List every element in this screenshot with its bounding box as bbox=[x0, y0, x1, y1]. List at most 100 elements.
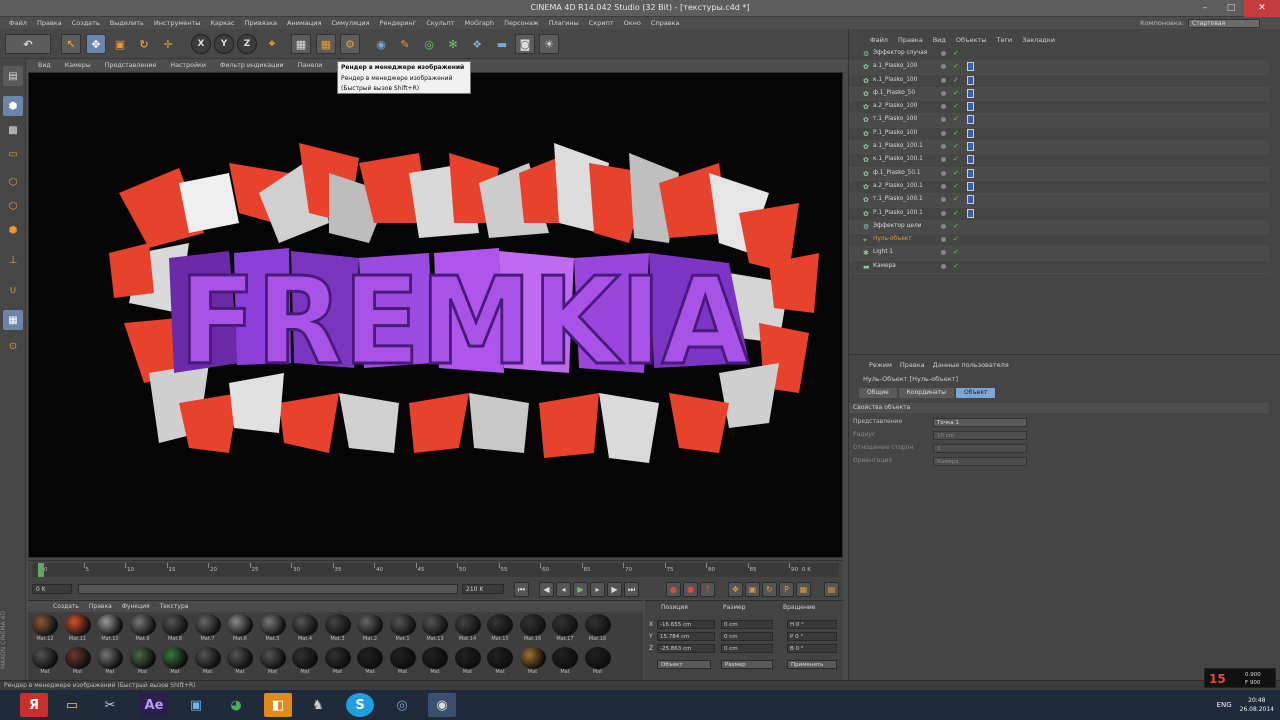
material-swatch[interactable]: Mat bbox=[552, 647, 578, 677]
menu-window[interactable]: Окно bbox=[619, 19, 646, 27]
material-swatch[interactable]: Mat bbox=[64, 647, 91, 677]
object-row[interactable]: ▬ Камера ✓ bbox=[849, 261, 1269, 275]
object-row[interactable]: ⚙ Эффектор случая ✓ bbox=[849, 48, 1269, 62]
texture-tag-icon[interactable] bbox=[967, 181, 974, 191]
coordinate-system-icon[interactable]: ⌖ bbox=[262, 34, 282, 54]
material-swatch[interactable]: Mat bbox=[487, 647, 513, 677]
keyframe-selection-icon[interactable]: ? bbox=[700, 582, 715, 597]
pos-y-field[interactable]: 15.784 cm bbox=[657, 632, 715, 641]
timeline[interactable]: 0 5 10 15 20 25 30 35 40 45 50 55 60 65 70 75 80 85 90 0 K bbox=[28, 560, 843, 580]
after-effects-icon[interactable]: Ae bbox=[140, 693, 168, 717]
tab-basic[interactable]: Общие bbox=[859, 388, 897, 398]
monitor-icon[interactable]: ▣ bbox=[182, 693, 210, 717]
axis-mode-icon[interactable]: ⊥ bbox=[3, 250, 23, 270]
material-swatch[interactable]: Mat bbox=[357, 647, 383, 677]
object-name[interactable]: ф.1_Plasko_50.1 bbox=[873, 170, 921, 176]
object-row[interactable]: ✿ Р.1_Plasko_100 ✓ bbox=[849, 128, 1269, 142]
visibility-dot-icon[interactable] bbox=[941, 130, 946, 136]
texture-tag-icon[interactable] bbox=[967, 208, 974, 218]
texture-tag-icon[interactable] bbox=[967, 102, 974, 112]
material-swatch[interactable]: Mat.10 bbox=[97, 614, 123, 644]
texture-tag-icon[interactable] bbox=[967, 142, 974, 152]
material-menu-texture[interactable]: Текстура bbox=[155, 603, 194, 610]
object-row[interactable]: ✿ ф.1_Plasko_50 ✓ bbox=[849, 87, 1269, 102]
visibility-dot-icon[interactable] bbox=[941, 104, 946, 110]
timeline-track[interactable]: 0 5 10 15 20 25 30 35 40 45 50 55 60 65 70 75 80 85 90 0 K bbox=[32, 563, 839, 577]
enabled-check-icon[interactable]: ✓ bbox=[953, 222, 959, 230]
maximize-button[interactable]: □ bbox=[1218, 0, 1244, 17]
visibility-dot-icon[interactable] bbox=[941, 237, 946, 243]
enabled-check-icon[interactable]: ✓ bbox=[953, 182, 959, 190]
pen-spline-icon[interactable]: ✎ bbox=[395, 34, 415, 54]
material-swatch[interactable]: Mat.6 bbox=[227, 614, 253, 644]
object-row[interactable]: ✿ а.1_Plasko_100.1 ✓ bbox=[849, 141, 1269, 155]
visibility-dot-icon[interactable] bbox=[941, 117, 946, 123]
frame-range-slider[interactable] bbox=[78, 584, 458, 594]
visibility-dot-icon[interactable] bbox=[941, 183, 946, 189]
object-name[interactable]: Нуль-объект bbox=[873, 236, 912, 242]
apply-button[interactable]: Применить bbox=[787, 660, 837, 669]
menu-plugins[interactable]: Плагины bbox=[544, 19, 584, 27]
menu-tools[interactable]: Инструменты bbox=[149, 19, 206, 27]
enabled-check-icon[interactable]: ✓ bbox=[953, 248, 959, 256]
material-swatch[interactable]: Mat.15 bbox=[487, 614, 513, 644]
rot-h-field[interactable]: H 0 ° bbox=[787, 620, 837, 629]
visibility-dot-icon[interactable] bbox=[941, 90, 946, 96]
obj-menu-tags[interactable]: Теги bbox=[991, 36, 1017, 44]
object-name[interactable]: Light 1 bbox=[873, 249, 893, 255]
enabled-check-icon[interactable]: ✓ bbox=[953, 89, 959, 97]
prev-key-icon[interactable]: ◀ bbox=[539, 582, 554, 597]
menu-character[interactable]: Персонаж bbox=[499, 19, 544, 27]
play-icon[interactable]: ▶ bbox=[573, 582, 588, 597]
material-swatch[interactable]: Mat.11 bbox=[64, 614, 91, 644]
visibility-dot-icon[interactable] bbox=[941, 250, 946, 256]
material-swatch[interactable]: Mat bbox=[519, 647, 546, 677]
material-swatch[interactable]: Mat.2 bbox=[357, 614, 383, 644]
polygons-mode-icon[interactable]: ⬢ bbox=[3, 220, 23, 240]
object-name[interactable]: т.1_Plasko_100 bbox=[873, 116, 917, 122]
menu-edit[interactable]: Правка bbox=[32, 19, 67, 27]
menu-select[interactable]: Выделить bbox=[105, 19, 149, 27]
object-name[interactable]: а.2_Plasko_100.1 bbox=[873, 183, 923, 189]
attr-menu-userdata[interactable]: Данные пользователя bbox=[929, 361, 1013, 369]
viewport-menu-display[interactable]: Представление bbox=[98, 62, 164, 69]
file-explorer-icon[interactable]: ▭ bbox=[58, 693, 86, 717]
material-swatch[interactable]: Mat.7 bbox=[194, 614, 221, 644]
nurbs-icon[interactable]: ◎ bbox=[419, 34, 439, 54]
menu-snap[interactable]: Привязка bbox=[240, 19, 282, 27]
next-key-icon[interactable]: ▶ bbox=[607, 582, 622, 597]
size-z-field[interactable]: 0 cm bbox=[721, 644, 773, 653]
tab-object[interactable]: Объект bbox=[955, 388, 996, 398]
enabled-check-icon[interactable]: ✓ bbox=[953, 209, 959, 217]
material-swatch[interactable]: Mat.12 bbox=[32, 614, 58, 644]
obj-menu-view[interactable]: Вид bbox=[928, 36, 951, 44]
material-swatch[interactable]: Mat.1 bbox=[389, 614, 416, 644]
material-menu-edit[interactable]: Правка bbox=[84, 603, 117, 610]
object-row[interactable]: ✿ т.1_Plasko_100.1 ✓ bbox=[849, 194, 1269, 208]
language-indicator[interactable]: ENG bbox=[1217, 701, 1232, 709]
key-pla-icon[interactable]: ▦ bbox=[796, 582, 811, 597]
material-swatch[interactable]: Mat.13 bbox=[422, 614, 448, 644]
object-row[interactable]: ✿ а.1_Plasko_100 ✓ bbox=[849, 61, 1269, 75]
enabled-check-icon[interactable]: ✓ bbox=[953, 142, 959, 150]
material-swatch[interactable]: Mat.9 bbox=[129, 614, 156, 644]
material-swatch[interactable]: Mat bbox=[324, 647, 351, 677]
3d-viewport[interactable]: FREMKIA bbox=[28, 72, 843, 558]
key-rotation-icon[interactable]: ↻ bbox=[762, 582, 777, 597]
material-swatch[interactable]: Mat bbox=[97, 647, 123, 677]
enabled-check-icon[interactable]: ✓ bbox=[953, 102, 959, 110]
material-swatch[interactable]: Mat bbox=[162, 647, 188, 677]
object-row[interactable]: ✿ а.2_Plasko_100.1 ✓ bbox=[849, 181, 1269, 195]
rot-p-field[interactable]: P 0 ° bbox=[787, 632, 837, 641]
material-swatch[interactable]: Mat.5 bbox=[259, 614, 286, 644]
rotate-icon[interactable]: ↻ bbox=[134, 34, 154, 54]
menu-help[interactable]: Справка bbox=[646, 19, 685, 27]
move-icon[interactable]: ✥ bbox=[86, 34, 106, 54]
material-swatch[interactable]: Mat.4 bbox=[292, 614, 318, 644]
visibility-dot-icon[interactable] bbox=[941, 77, 946, 83]
object-row[interactable]: ✿ к.1_Plasko_100 ✓ bbox=[849, 75, 1269, 88]
object-name[interactable]: а.1_Plasko_100 bbox=[873, 63, 917, 69]
game-icon[interactable]: ♞ bbox=[304, 693, 332, 717]
material-swatch[interactable]: Mat bbox=[32, 647, 58, 677]
deformer-icon[interactable]: ❖ bbox=[467, 34, 487, 54]
